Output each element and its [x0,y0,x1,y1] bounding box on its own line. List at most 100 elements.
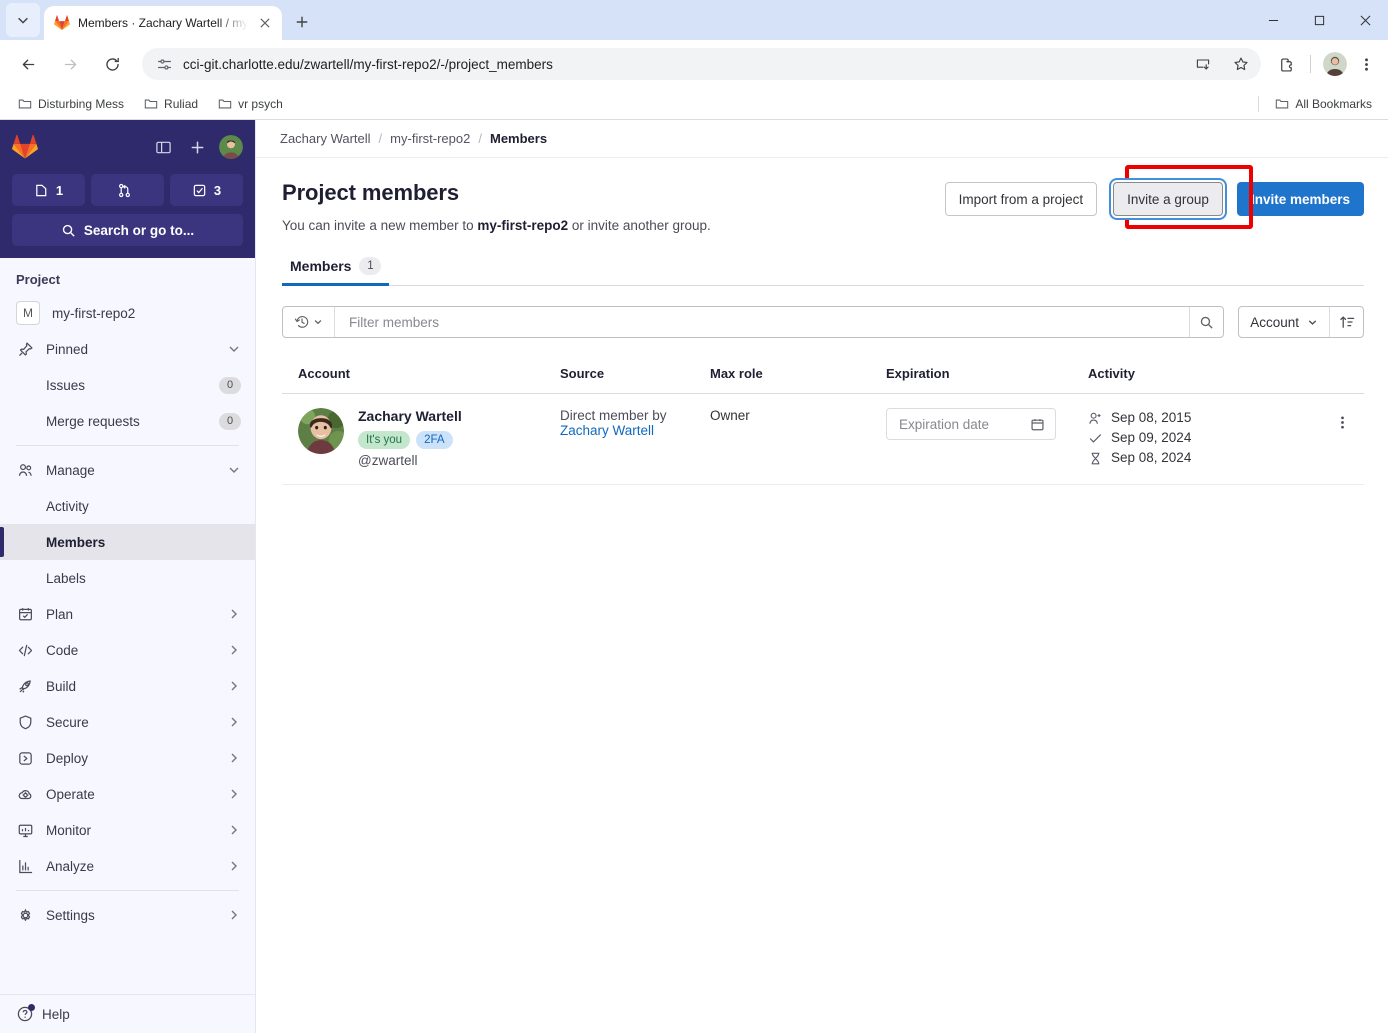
tab-search-icon[interactable] [6,3,40,37]
bookmark-item[interactable]: Ruliad [136,94,206,114]
project-initial: M [16,301,40,325]
sidebar-item-label: Deploy [46,750,89,766]
issues-counter[interactable]: 1 [12,174,85,206]
sidebar-item-analyze[interactable]: Analyze [0,848,255,884]
todos-counter[interactable]: 3 [170,174,243,206]
bookmark-item[interactable]: vr psych [210,94,291,114]
avatar[interactable] [298,408,344,454]
page-actions: Import from a project Invite a group Inv… [944,165,1364,229]
minimize-icon[interactable] [1250,0,1296,40]
browser-tab[interactable]: Members · Zachary Wartell / my [44,6,283,40]
sidebar-item-build[interactable]: Build [0,668,255,704]
sidebar-item-activity[interactable]: Activity [0,488,255,524]
extensions-icon[interactable] [1271,49,1301,79]
tab-members[interactable]: Members 1 [282,257,390,286]
all-bookmarks-button[interactable]: All Bookmarks [1267,94,1380,114]
member-actions-menu[interactable] [1328,408,1356,436]
back-icon[interactable] [12,48,44,80]
cell-expiration: Expiration date [870,393,1072,485]
cell-source: Direct member by Zachary Wartell [544,393,694,485]
bookmarks-bar: Disturbing Mess Ruliad vr psych All Book… [0,88,1388,119]
import-from-project-button[interactable]: Import from a project [944,182,1098,216]
sidebar-item-label: Monitor [46,822,92,838]
sidebar-item-settings[interactable]: Settings [0,897,255,933]
user-avatar[interactable] [219,135,243,159]
invite-a-group-button[interactable]: Invite a group [1113,182,1223,216]
sidebar-item-members[interactable]: Members [0,524,255,560]
sidebar-toggle-icon[interactable] [151,135,175,159]
sidebar-item-issues[interactable]: Issues 0 [0,367,255,403]
sort-field-dropdown[interactable]: Account [1239,307,1329,337]
merge-requests-counter[interactable] [91,174,164,206]
sidebar-item-operate[interactable]: Operate [0,776,255,812]
tab-title: Members · Zachary Wartell / my [78,16,249,30]
expiration-date-input[interactable]: Expiration date [886,408,1056,440]
profile-avatar[interactable] [1323,52,1347,76]
sidebar-item-label: Pinned [46,341,89,357]
sidebar-divider [16,890,239,891]
member-identity: Zachary Wartell It's you 2FA @zwartell [298,408,536,468]
close-icon[interactable] [256,14,274,32]
sort-ascending-icon [1339,316,1354,328]
gear-icon [16,906,34,924]
main-content: Zachary Wartell / my-first-repo2 / Membe… [256,120,1388,1033]
code-icon [16,641,34,659]
reload-icon[interactable] [96,48,128,80]
forward-icon[interactable] [54,48,86,80]
sidebar-item-label: Analyze [46,858,95,874]
sidebar-item-secure[interactable]: Secure [0,704,255,740]
invite-members-button[interactable]: Invite members [1236,182,1364,216]
help-button[interactable]: Help [16,1004,239,1023]
issues-count: 1 [55,182,64,198]
help-notification-dot [28,1004,35,1011]
bookmark-star-icon[interactable] [1227,50,1255,78]
sidebar-item-deploy[interactable]: Deploy [0,740,255,776]
search-button[interactable]: Search or go to... [12,214,243,246]
sidebar-item-pinned[interactable]: Pinned [0,331,255,367]
column-expiration: Expiration [870,356,1072,394]
sidebar-header: 1 3 Search or go to... [0,120,255,258]
maximize-icon[interactable] [1296,0,1342,40]
filter-members-input[interactable]: Filter members [282,306,1225,338]
sidebar-item-project[interactable]: M my-first-repo2 [0,295,255,331]
source-link[interactable]: Zachary Wartell [560,423,686,438]
calendar-icon [16,605,34,623]
sidebar-item-code[interactable]: Code [0,632,255,668]
site-settings-icon[interactable] [156,56,173,73]
sort-controls: Account [1238,306,1364,338]
search-icon[interactable] [1189,307,1223,337]
browser-menu-icon[interactable] [1352,50,1380,78]
close-window-icon[interactable] [1342,0,1388,40]
install-app-icon[interactable] [1189,50,1217,78]
create-new-icon[interactable] [185,135,209,159]
all-bookmarks-label: All Bookmarks [1295,96,1372,111]
sort-direction-button[interactable] [1329,307,1363,337]
table-body: Zachary Wartell It's you 2FA @zwartell D… [282,393,1364,485]
bookmark-item[interactable]: Disturbing Mess [10,94,132,114]
issues-badge: 0 [219,376,241,394]
page-header-text: Project members You can invite a new mem… [282,180,945,233]
breadcrumb-item-project[interactable]: my-first-repo2 [390,131,470,146]
activity-date: Sep 08, 2015 [1111,410,1192,425]
new-tab-icon[interactable] [288,8,316,36]
recent-searches-dropdown[interactable] [283,307,335,337]
member-handle: @zwartell [358,452,418,468]
source-text: Direct member by [560,408,667,423]
breadcrumb-separator: / [478,131,482,146]
sidebar-item-labels[interactable]: Labels [0,560,255,596]
breadcrumb-item-owner[interactable]: Zachary Wartell [280,131,371,146]
tab-strip: Members · Zachary Wartell / my [0,0,1388,40]
bookmarks-divider [1258,95,1260,112]
sort-field-label: Account [1250,314,1299,330]
gitlab-logo-icon[interactable] [12,134,38,160]
activity-joined: Sep 08, 2015 [1088,408,1296,428]
sidebar-item-manage[interactable]: Manage [0,452,255,488]
address-bar[interactable]: cci-git.charlotte.edu/zwartell/my-first-… [142,48,1261,80]
shield-icon [16,713,34,731]
chevron-right-icon [227,908,241,922]
sidebar-item-monitor[interactable]: Monitor [0,812,255,848]
sidebar-item-merge-requests[interactable]: Merge requests 0 [0,403,255,439]
subtitle-project-name: my-first-repo2 [477,218,569,233]
chevron-down-icon [227,463,241,477]
sidebar-item-plan[interactable]: Plan [0,596,255,632]
